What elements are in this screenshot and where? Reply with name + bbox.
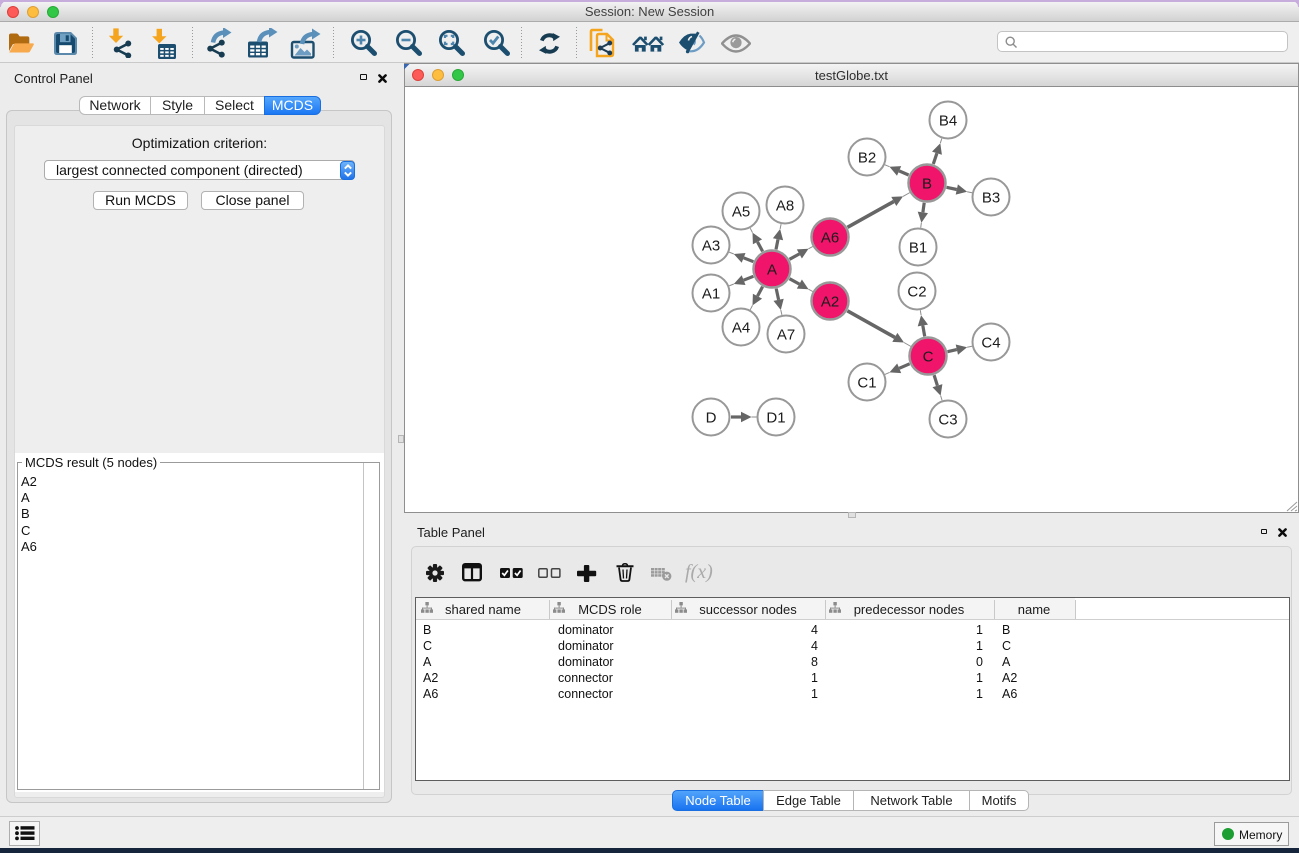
svg-text:A5: A5 xyxy=(732,204,750,221)
svg-text:B4: B4 xyxy=(939,113,957,130)
svg-text:B3: B3 xyxy=(982,190,1000,207)
svg-text:A: A xyxy=(767,262,777,279)
svg-text:A1: A1 xyxy=(702,286,720,303)
svg-text:B2: B2 xyxy=(858,150,876,167)
svg-text:D1: D1 xyxy=(766,410,785,427)
svg-text:A6: A6 xyxy=(821,230,839,247)
svg-text:C1: C1 xyxy=(857,375,876,392)
svg-text:A2: A2 xyxy=(821,294,839,311)
svg-text:C3: C3 xyxy=(938,412,957,429)
svg-text:D: D xyxy=(706,410,717,427)
svg-text:A8: A8 xyxy=(776,198,794,215)
svg-text:B: B xyxy=(922,176,932,193)
svg-text:B1: B1 xyxy=(909,240,927,257)
svg-text:A7: A7 xyxy=(777,327,795,344)
svg-text:A3: A3 xyxy=(702,238,720,255)
svg-text:C: C xyxy=(923,349,934,366)
svg-text:C4: C4 xyxy=(981,335,1000,352)
svg-text:A4: A4 xyxy=(732,320,750,337)
svg-text:C2: C2 xyxy=(907,284,926,301)
